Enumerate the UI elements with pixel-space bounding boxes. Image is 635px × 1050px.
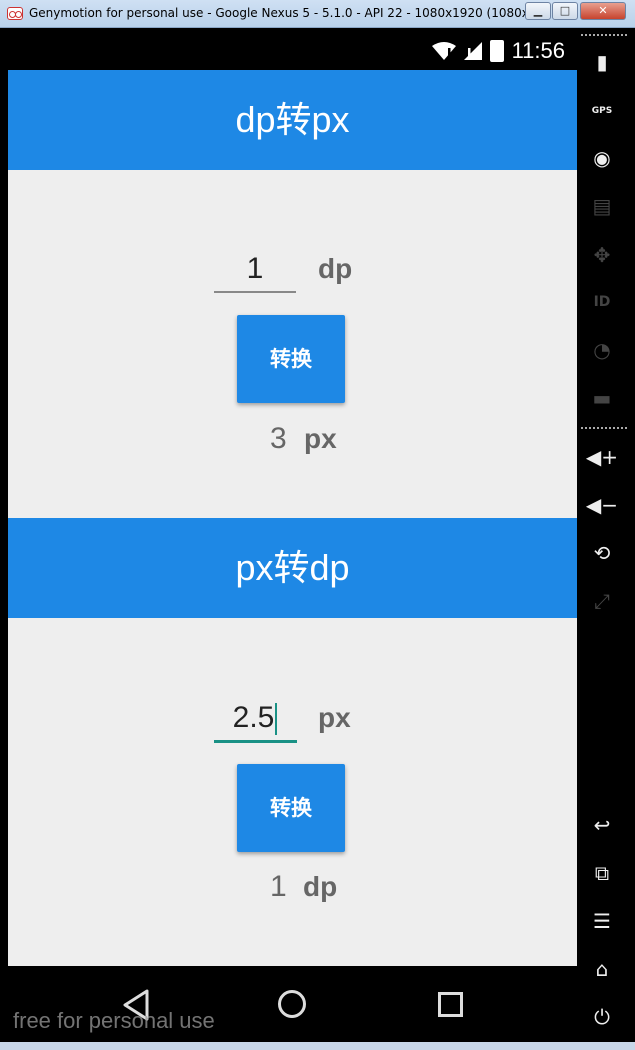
sidebar-divider xyxy=(581,34,627,36)
android-nav-bar xyxy=(8,966,577,1046)
sidebar-divider xyxy=(581,427,627,429)
window-title: Genymotion for personal use - Google Nex… xyxy=(29,6,548,20)
volume-down-icon[interactable]: ◀− xyxy=(577,490,627,520)
watermark: free for personal use xyxy=(13,1008,215,1033)
dp-input-field[interactable]: 1 xyxy=(214,251,296,287)
battery-icon xyxy=(489,40,504,62)
volume-up-icon[interactable]: ◀+ xyxy=(577,442,627,472)
dp-input-underline xyxy=(214,291,296,293)
genymotion-icon xyxy=(7,7,23,20)
rotate-icon[interactable]: ⟲ xyxy=(577,538,627,568)
recent-apps-icon[interactable] xyxy=(438,992,463,1017)
network-icon[interactable]: ◔ xyxy=(577,335,627,365)
signal-icon xyxy=(463,42,482,60)
px-result-value: 3 xyxy=(270,422,287,455)
power-icon[interactable]: ⏻ xyxy=(577,1002,627,1032)
home-icon[interactable] xyxy=(278,990,306,1018)
android-status-bar: 11:56 xyxy=(8,30,577,70)
scale-icon[interactable]: ⤢ xyxy=(577,586,627,616)
id-icon[interactable]: ID xyxy=(577,287,627,317)
section1-title-bar: dp转px xyxy=(8,70,577,170)
dpad-icon[interactable]: ✥ xyxy=(577,240,627,270)
convert-dp-to-px-button[interactable]: 转换 xyxy=(237,315,345,403)
px-input-unit: px xyxy=(318,702,351,733)
convert-px-to-dp-button[interactable]: 转换 xyxy=(237,764,345,852)
text-cursor xyxy=(275,703,278,736)
gps-icon[interactable]: GPS xyxy=(577,96,627,126)
app-screen: dp转px 1 dp 转换 3 px px转dp 2.5 px 转换 1 dp xyxy=(8,70,577,966)
wifi-icon xyxy=(431,42,456,60)
px-input-field[interactable]: 2.5 xyxy=(214,700,296,736)
windows-taskbar xyxy=(0,1042,635,1050)
home-icon[interactable]: ⌂ xyxy=(577,954,627,984)
minimize-button[interactable]: ▁ xyxy=(525,2,551,20)
genymotion-sidebar: ▮ GPS ◉ ▤ ✥ ID ◔ ▬ ◀+ ◀− ⟲ ⤢ ↩ ⧉ ☰ ⌂ ⏻ xyxy=(577,30,635,1042)
dp-result-value: 1 xyxy=(270,870,287,903)
dp-input-unit: dp xyxy=(318,253,353,284)
dp-result-unit: dp xyxy=(303,871,338,902)
window-title-bar: Genymotion for personal use - Google Nex… xyxy=(0,0,635,28)
px-input-underline xyxy=(214,740,297,743)
maximize-button[interactable]: □ xyxy=(552,2,578,20)
battery-icon[interactable]: ▮ xyxy=(577,47,627,77)
section2-title-bar: px转dp xyxy=(8,518,577,618)
close-button[interactable]: ✕ xyxy=(580,2,626,20)
recent-apps-icon[interactable]: ⧉ xyxy=(577,858,627,888)
back-icon[interactable]: ↩ xyxy=(577,810,627,840)
px-result-unit: px xyxy=(304,423,337,454)
sms-icon[interactable]: ▬ xyxy=(577,383,627,413)
status-time: 11:56 xyxy=(511,38,565,63)
px-input-value: 2.5 xyxy=(232,701,275,734)
menu-icon[interactable]: ☰ xyxy=(577,906,627,936)
camera-icon[interactable]: ◉ xyxy=(577,143,627,173)
media-icon[interactable]: ▤ xyxy=(577,191,627,221)
